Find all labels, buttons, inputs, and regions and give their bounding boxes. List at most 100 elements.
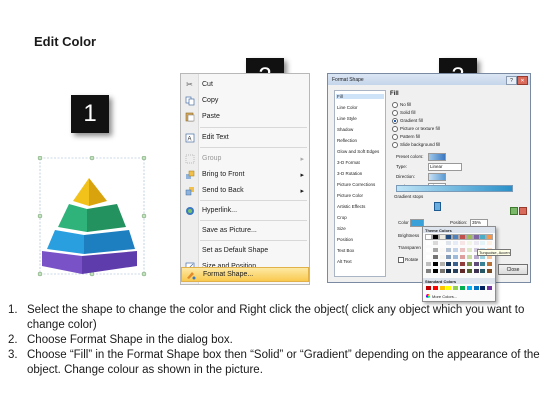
menu-item-bring-to-front[interactable]: Bring to Front ▸ — [181, 167, 309, 182]
menu-item-copy[interactable]: Copy — [181, 93, 309, 108]
theme-color-swatch[interactable] — [426, 241, 431, 245]
menu-item-paste[interactable]: Paste — [181, 109, 309, 124]
theme-color-swatch[interactable] — [480, 269, 486, 273]
theme-color-swatch[interactable] — [453, 241, 459, 245]
theme-color-swatch[interactable] — [466, 255, 472, 259]
theme-color-swatch[interactable] — [446, 241, 452, 245]
menu-item-cut[interactable]: ✂ Cut — [181, 77, 309, 92]
standard-color-swatch[interactable] — [439, 286, 445, 290]
fill-option-no-fill[interactable]: No fill — [392, 102, 411, 108]
theme-color-swatch[interactable] — [460, 255, 465, 259]
add-stop-icon[interactable] — [510, 207, 518, 215]
theme-color-swatch[interactable] — [486, 234, 494, 240]
theme-color-swatch[interactable] — [487, 262, 493, 266]
theme-color-swatch[interactable] — [425, 234, 432, 240]
standard-color-swatch[interactable] — [432, 286, 438, 290]
fill-option-gradient[interactable]: Gradient fill — [392, 118, 423, 124]
theme-color-swatch[interactable] — [452, 234, 460, 240]
theme-color-swatch[interactable] — [426, 269, 431, 273]
theme-color-swatch[interactable] — [446, 255, 452, 259]
theme-color-swatch[interactable] — [439, 255, 445, 259]
rotate-checkbox[interactable] — [398, 257, 404, 263]
category-line-color[interactable]: Line Color — [337, 105, 358, 110]
theme-color-swatch[interactable] — [459, 234, 466, 240]
theme-color-swatch[interactable] — [480, 262, 486, 266]
category-glow[interactable]: Glow and Soft Edges — [337, 149, 379, 154]
theme-color-swatch[interactable] — [426, 255, 431, 259]
theme-color-swatch[interactable] — [432, 241, 438, 245]
theme-color-swatch[interactable] — [439, 248, 445, 252]
theme-color-swatch[interactable] — [438, 234, 446, 240]
standard-color-swatch[interactable] — [473, 286, 479, 290]
menu-item-send-to-back[interactable]: Send to Back ▸ — [181, 183, 309, 198]
theme-color-swatch[interactable] — [453, 248, 459, 252]
standard-color-swatch[interactable] — [480, 286, 486, 290]
theme-color-swatch[interactable] — [466, 248, 472, 252]
theme-color-swatch[interactable] — [426, 248, 431, 252]
remove-stop-icon[interactable] — [519, 207, 527, 215]
menu-item-set-default-shape[interactable]: Set as Default Shape — [181, 243, 309, 258]
theme-color-swatch[interactable] — [453, 269, 459, 273]
category-picture-color[interactable]: Picture Color — [337, 193, 363, 198]
fill-option-slide-bg[interactable]: Slide background fill — [392, 142, 440, 148]
fill-option-solid[interactable]: Solid fill — [392, 110, 416, 116]
theme-color-swatch[interactable] — [473, 269, 479, 273]
menu-item-format-shape[interactable]: Format Shape... — [181, 267, 309, 282]
menu-item-save-as-picture[interactable]: Save as Picture... — [181, 223, 309, 238]
theme-color-swatch[interactable] — [431, 234, 439, 240]
theme-color-swatch[interactable] — [432, 269, 438, 273]
theme-color-swatch[interactable] — [445, 234, 453, 240]
theme-color-swatch[interactable] — [446, 248, 452, 252]
theme-color-swatch[interactable] — [460, 269, 465, 273]
category-fill[interactable]: Fill — [336, 94, 384, 99]
theme-color-swatch[interactable] — [466, 262, 472, 266]
direction-dropdown[interactable] — [428, 173, 446, 181]
theme-color-swatch[interactable] — [432, 262, 438, 266]
help-icon[interactable]: ? — [506, 76, 517, 85]
gradient-stops-bar[interactable] — [396, 185, 513, 192]
category-size[interactable]: Size — [337, 226, 346, 231]
close-icon[interactable]: ✕ — [517, 76, 528, 85]
standard-color-swatch[interactable] — [446, 286, 452, 290]
theme-color-swatch[interactable] — [487, 269, 493, 273]
theme-color-swatch[interactable] — [473, 262, 479, 266]
more-colors-option[interactable]: More Colors... — [432, 294, 457, 299]
category-3d-rotation[interactable]: 3-D Rotation — [337, 171, 362, 176]
theme-color-swatch[interactable] — [426, 262, 431, 266]
gradient-stop-marker[interactable] — [434, 202, 441, 211]
theme-color-swatch[interactable] — [432, 255, 438, 259]
standard-color-swatch[interactable] — [466, 286, 472, 290]
preset-colors-dropdown[interactable] — [428, 153, 446, 161]
theme-color-swatch[interactable] — [480, 241, 486, 245]
category-crop[interactable]: Crop — [337, 215, 347, 220]
theme-color-swatch[interactable] — [479, 234, 487, 240]
theme-color-swatch[interactable] — [446, 262, 452, 266]
theme-color-swatch[interactable] — [466, 269, 472, 273]
fill-option-pattern[interactable]: Pattern fill — [392, 134, 420, 140]
close-button[interactable]: Close — [498, 264, 528, 275]
theme-color-swatch[interactable] — [439, 241, 445, 245]
theme-color-swatch[interactable] — [446, 269, 452, 273]
theme-color-swatch[interactable] — [466, 241, 472, 245]
theme-color-swatch[interactable] — [465, 234, 473, 240]
category-shadow[interactable]: Shadow — [337, 127, 353, 132]
theme-color-swatch[interactable] — [460, 248, 465, 252]
theme-color-swatch[interactable] — [439, 269, 445, 273]
category-text-box[interactable]: Text Box — [337, 248, 354, 253]
theme-color-swatch[interactable] — [432, 248, 438, 252]
fill-option-picture[interactable]: Picture or texture fill — [392, 126, 440, 132]
standard-color-swatch[interactable] — [460, 286, 465, 290]
theme-color-swatch[interactable] — [439, 262, 445, 266]
theme-color-swatch[interactable] — [453, 262, 459, 266]
menu-item-group[interactable]: Group ▸ — [181, 151, 309, 166]
category-reflection[interactable]: Reflection — [337, 138, 357, 143]
category-artistic-effects[interactable]: Artistic Effects — [337, 204, 365, 209]
category-3d-format[interactable]: 3-D Format — [337, 160, 360, 165]
theme-color-swatch[interactable] — [460, 241, 465, 245]
category-position[interactable]: Position — [337, 237, 353, 242]
theme-color-swatch[interactable] — [453, 255, 459, 259]
pyramid-shape[interactable] — [37, 156, 147, 281]
standard-color-swatch[interactable] — [487, 286, 493, 290]
category-alt-text[interactable]: Alt Text — [337, 259, 352, 264]
menu-item-edit-text[interactable]: A Edit Text — [181, 130, 309, 145]
